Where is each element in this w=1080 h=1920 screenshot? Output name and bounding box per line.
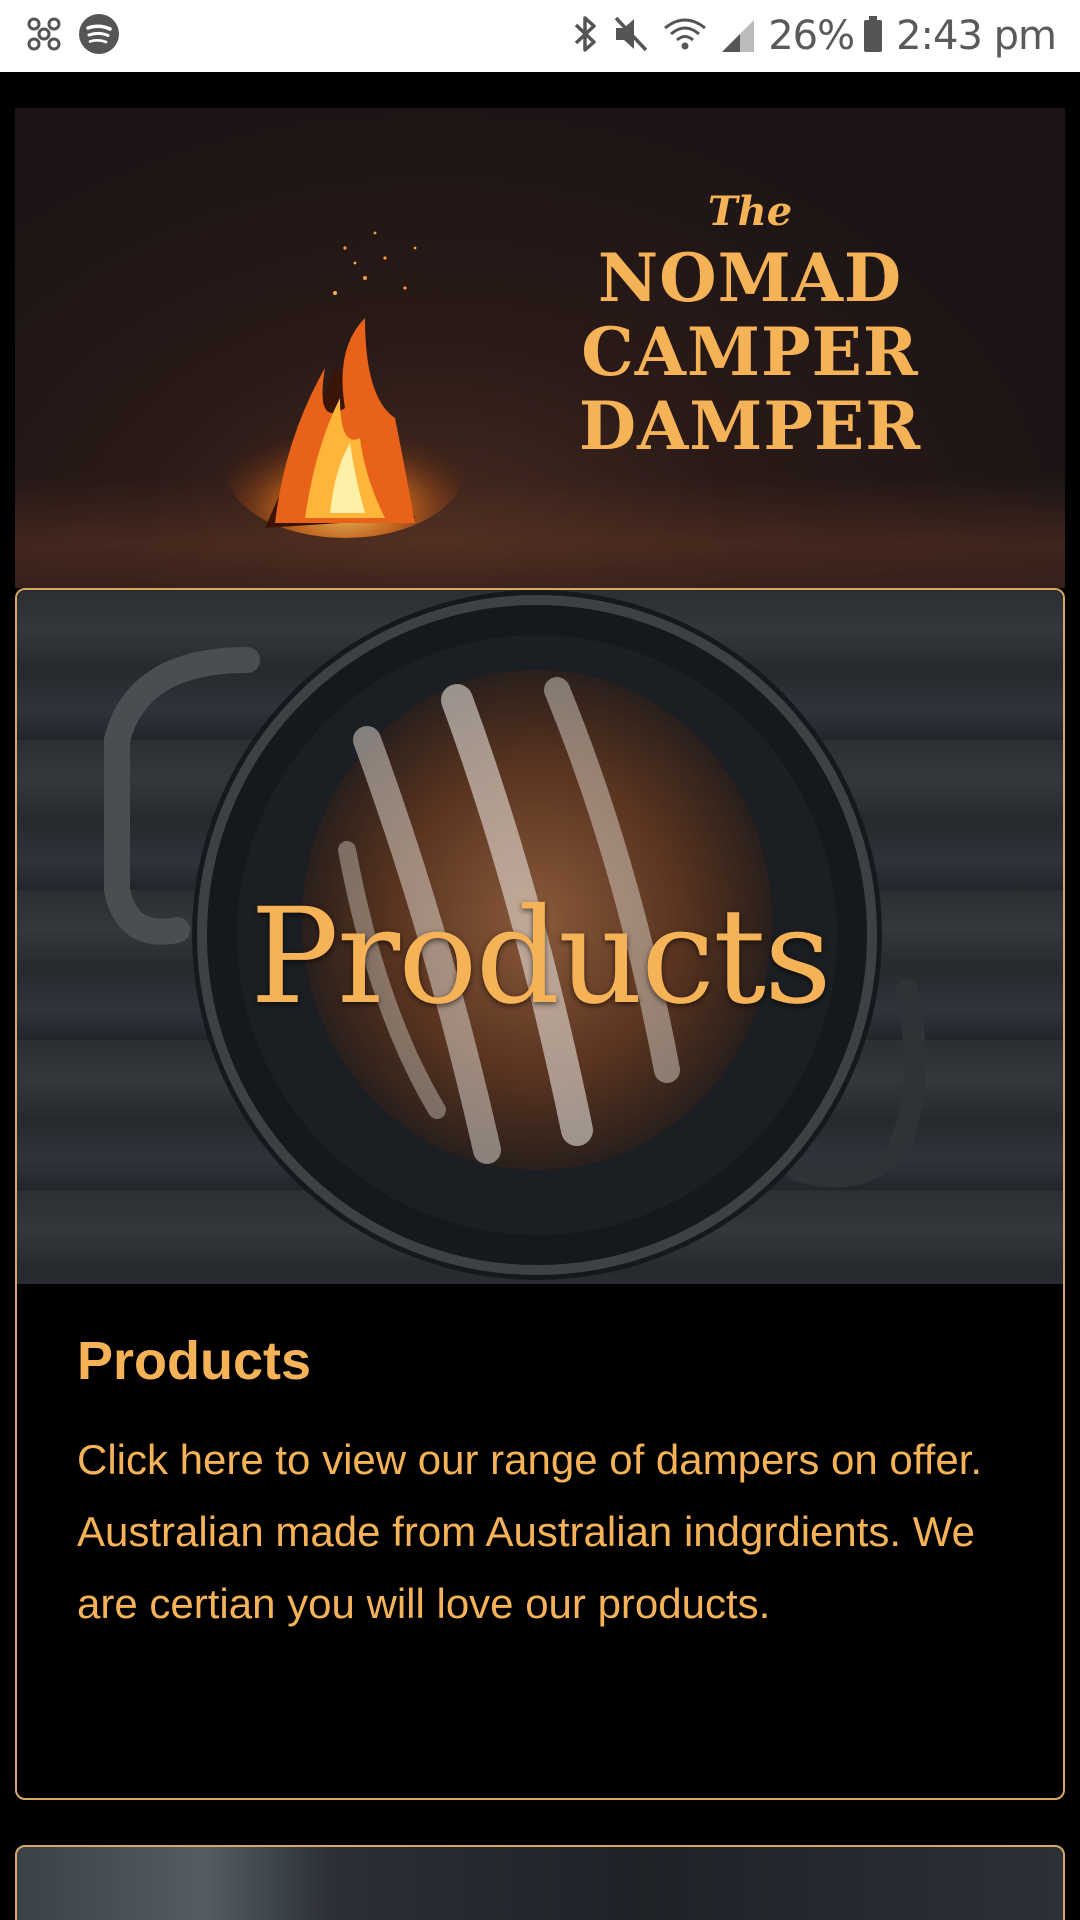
brand-line-1: NOMAD [597,239,903,317]
brand-the: The [707,188,793,235]
spotify-icon [78,13,120,60]
wifi-icon [662,14,708,59]
pinwheel-icon [24,14,64,59]
products-card-body[interactable]: Products Click here to view our range of… [77,1330,1017,1640]
brand-line-2: CAMPER [581,313,919,391]
battery-percent: 26% [768,13,855,59]
hero-banner[interactable]: The NOMAD CAMPER DAMPER [15,108,1065,588]
hero-ground [15,478,1065,588]
products-card-image[interactable]: Products [17,590,1063,1284]
next-card[interactable] [15,1845,1065,1920]
bluetooth-icon [570,14,600,59]
brand-line-3: DAMPER [578,387,922,465]
clock: 2:43 pm [896,13,1057,59]
signal-icon [720,14,756,59]
campfire-icon [225,231,465,538]
battery-icon [862,14,884,59]
status-bar: 26% 2:43 pm [0,0,1080,72]
products-card[interactable]: Products Products Click here to view our… [15,588,1065,1800]
products-title: Products [77,1331,312,1391]
products-image-heading: Products [250,880,832,1034]
mute-icon [612,14,650,59]
brand-logo: The NOMAD CAMPER DAMPER [535,188,965,463]
status-left [24,13,134,60]
products-description-link[interactable]: Click here to view our range of dampers … [77,1424,1017,1640]
status-right: 26% 2:43 pm [558,13,1057,59]
